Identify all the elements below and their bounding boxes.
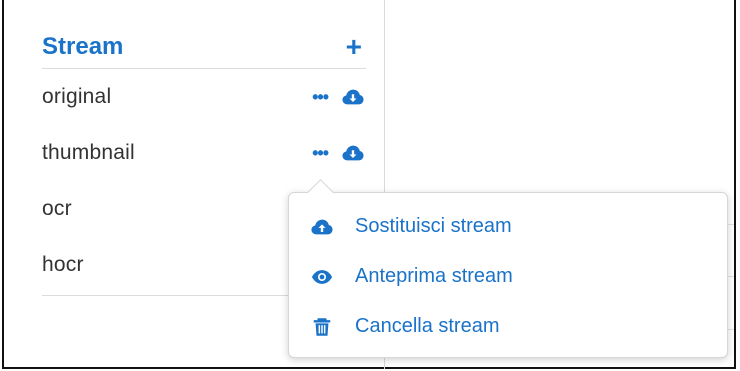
stream-name: ocr	[42, 197, 72, 220]
menu-item-delete-stream[interactable]: Cancella stream	[311, 315, 500, 338]
ellipsis-icon[interactable]: •••	[312, 144, 329, 162]
stream-panel-title: Stream	[42, 33, 124, 60]
stream-row-original: original •••	[42, 69, 366, 125]
ellipsis-icon[interactable]: •••	[312, 88, 329, 106]
stream-name: thumbnail	[42, 141, 135, 164]
stream-name: hocr	[42, 253, 84, 276]
stream-panel-header: Stream +	[42, 26, 366, 69]
menu-item-label: Cancella stream	[355, 315, 500, 337]
eye-icon	[311, 269, 333, 284]
add-stream-plus-icon[interactable]: +	[346, 33, 362, 61]
trash-icon	[313, 317, 331, 336]
stream-actions-menu: Sostituisci stream Anteprima stream Canc…	[288, 179, 728, 358]
cloud-download-icon[interactable]	[342, 144, 364, 162]
cloud-download-icon[interactable]	[342, 88, 364, 106]
menu-item-replace-stream[interactable]: Sostituisci stream	[311, 215, 512, 238]
menu-item-preview-stream[interactable]: Anteprima stream	[311, 265, 513, 288]
cloud-upload-icon	[311, 219, 333, 234]
stream-name: original	[42, 85, 112, 108]
stream-row-thumbnail: thumbnail •••	[42, 125, 366, 181]
menu-item-label: Anteprima stream	[355, 265, 513, 287]
menu-item-label: Sostituisci stream	[355, 215, 512, 237]
